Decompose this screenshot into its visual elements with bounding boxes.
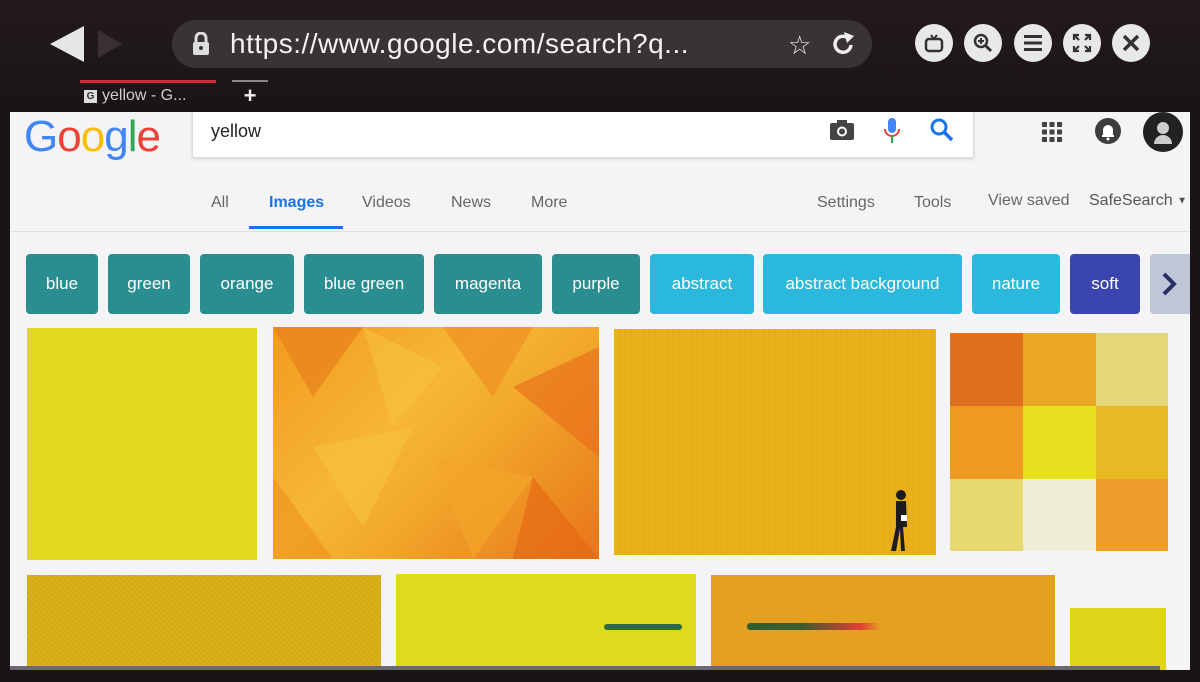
chevron-right-icon [1162,272,1177,296]
tv-icon[interactable] [915,24,953,62]
image-result[interactable] [614,329,936,555]
chips-next-button[interactable] [1150,254,1190,314]
fullscreen-icon[interactable] [1063,24,1101,62]
chip-purple[interactable]: purple [552,254,640,314]
new-tab-button[interactable]: + [232,80,268,110]
chip-soft[interactable]: soft [1070,254,1140,314]
zoom-icon[interactable] [964,24,1002,62]
lock-icon [193,32,209,55]
safesearch-dropdown[interactable]: SafeSearch ▼ [1089,192,1187,210]
browser-toolbar: https://www.google.com/search?q... ☆ G y… [0,0,1200,112]
logo-letter: o [57,112,82,161]
chip-abstract-background[interactable]: abstract background [763,254,962,314]
divider [10,231,1190,232]
image-result[interactable] [1070,608,1166,670]
back-icon[interactable] [50,26,84,62]
tab-images[interactable]: Images [269,194,324,212]
chip-abstract[interactable]: abstract [650,254,754,314]
bookmark-star-icon[interactable]: ☆ [788,30,811,61]
search-box[interactable]: yellow [192,112,974,158]
google-logo[interactable]: Google [24,112,161,162]
image-result[interactable] [950,333,1168,551]
menu-icon[interactable] [1014,24,1052,62]
reload-icon[interactable] [830,30,856,58]
microphone-icon[interactable] [883,117,901,145]
tab-all[interactable]: All [211,194,229,212]
tools-link[interactable]: Tools [914,194,951,212]
chip-green[interactable]: green [108,254,190,314]
chip-magenta[interactable]: magenta [434,254,542,314]
safesearch-label: SafeSearch [1089,192,1173,209]
logo-letter: G [24,112,58,161]
notifications-bell-icon[interactable] [1095,118,1121,144]
tab-more[interactable]: More [531,194,567,212]
url-text[interactable]: https://www.google.com/search?q... [230,28,689,60]
chip-blue[interactable]: blue [26,254,98,314]
search-icon[interactable] [929,117,955,143]
avatar[interactable] [1143,112,1183,152]
color-grid-pattern [950,333,1168,551]
chip-orange[interactable]: orange [200,254,294,314]
tab-news[interactable]: News [451,194,491,212]
walking-person-figure [891,490,907,551]
logo-letter: e [136,112,161,161]
logo-letter: g [104,112,129,161]
image-result[interactable] [27,328,257,560]
google-favicon-icon: G [84,90,97,103]
image-result[interactable] [27,575,381,670]
apps-grid-icon[interactable] [1042,122,1062,142]
image-result[interactable] [396,574,696,670]
image-detail [747,623,881,630]
google-results-page: Google yellow All Images Videos News Mor… [10,112,1190,670]
polygon-pattern [273,327,599,559]
close-icon[interactable] [1112,24,1150,62]
search-input[interactable]: yellow [211,121,261,142]
image-detail [604,624,682,630]
settings-link[interactable]: Settings [817,194,875,212]
tab-videos[interactable]: Videos [362,194,411,212]
chip-nature[interactable]: nature [972,254,1060,314]
forward-icon[interactable] [98,30,122,58]
logo-letter: o [80,112,106,161]
tab-title: yellow - G... [102,87,187,104]
camera-icon[interactable] [829,119,855,141]
tv-bezel [0,670,1200,682]
dropdown-arrow-icon: ▼ [1177,195,1187,207]
image-result[interactable] [711,575,1055,670]
address-bar[interactable]: https://www.google.com/search?q... ☆ [172,20,872,68]
chip-blue-green[interactable]: blue green [304,254,424,314]
active-tab-indicator [249,226,343,229]
image-result[interactable] [273,327,599,559]
view-saved-link[interactable]: View saved [988,192,1070,210]
browser-tab[interactable]: G yellow - G... [80,80,216,110]
